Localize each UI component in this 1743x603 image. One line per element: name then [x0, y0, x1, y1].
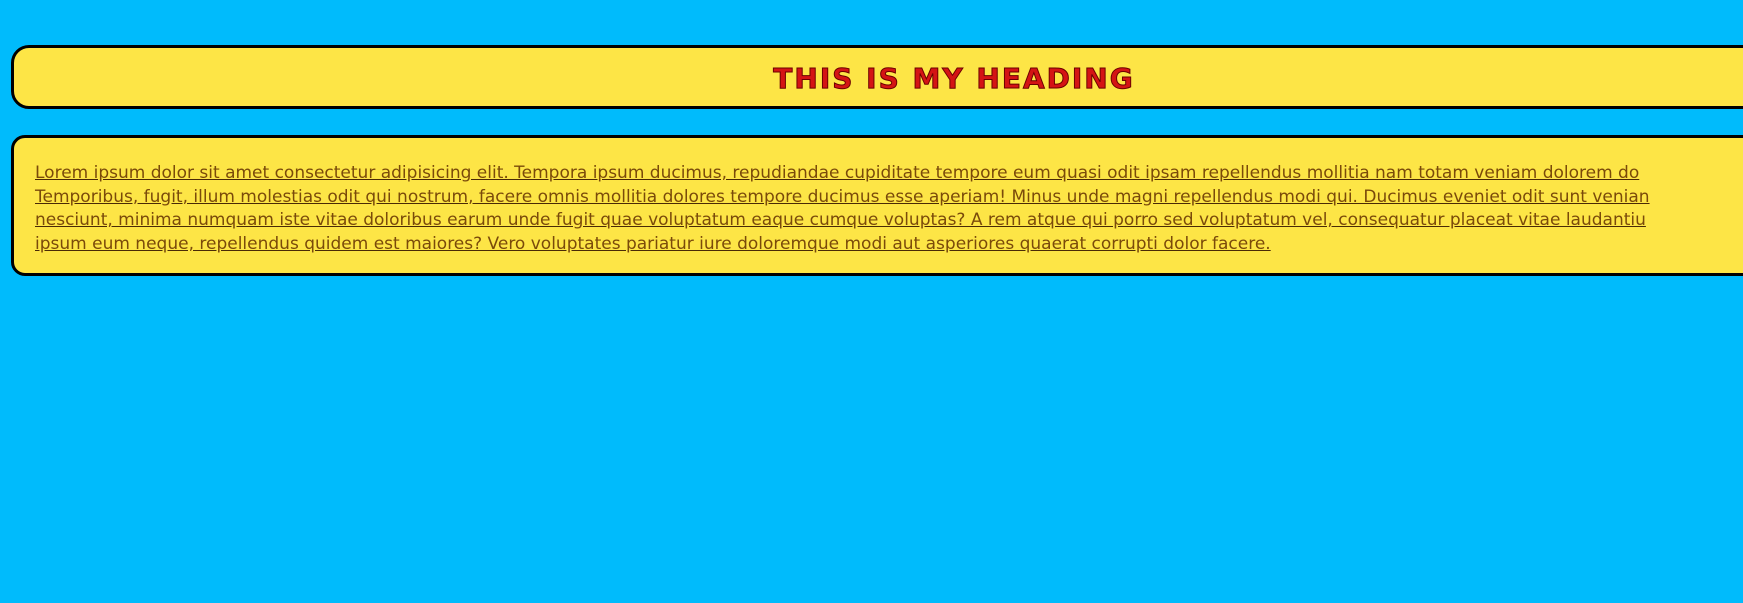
page: { "heading": { "text": "This is my headi…: [0, 0, 1743, 603]
page-heading: This is my heading: [773, 62, 1135, 96]
paragraph-line: Temporibus, fugit, illum molestias odit …: [35, 186, 1650, 207]
content-panel: Lorem ipsum dolor sit amet consectetur a…: [11, 135, 1743, 276]
paragraph-line: nesciunt, minima numquam iste vitae dolo…: [35, 210, 1646, 230]
heading-panel: This is my heading: [11, 45, 1743, 109]
body-paragraph[interactable]: Lorem ipsum dolor sit amet consectetur a…: [35, 162, 1743, 256]
paragraph-line: Lorem ipsum dolor sit amet consectetur a…: [35, 163, 1640, 183]
paragraph-line: ipsum eum neque, repellendus quidem est …: [35, 233, 1271, 254]
